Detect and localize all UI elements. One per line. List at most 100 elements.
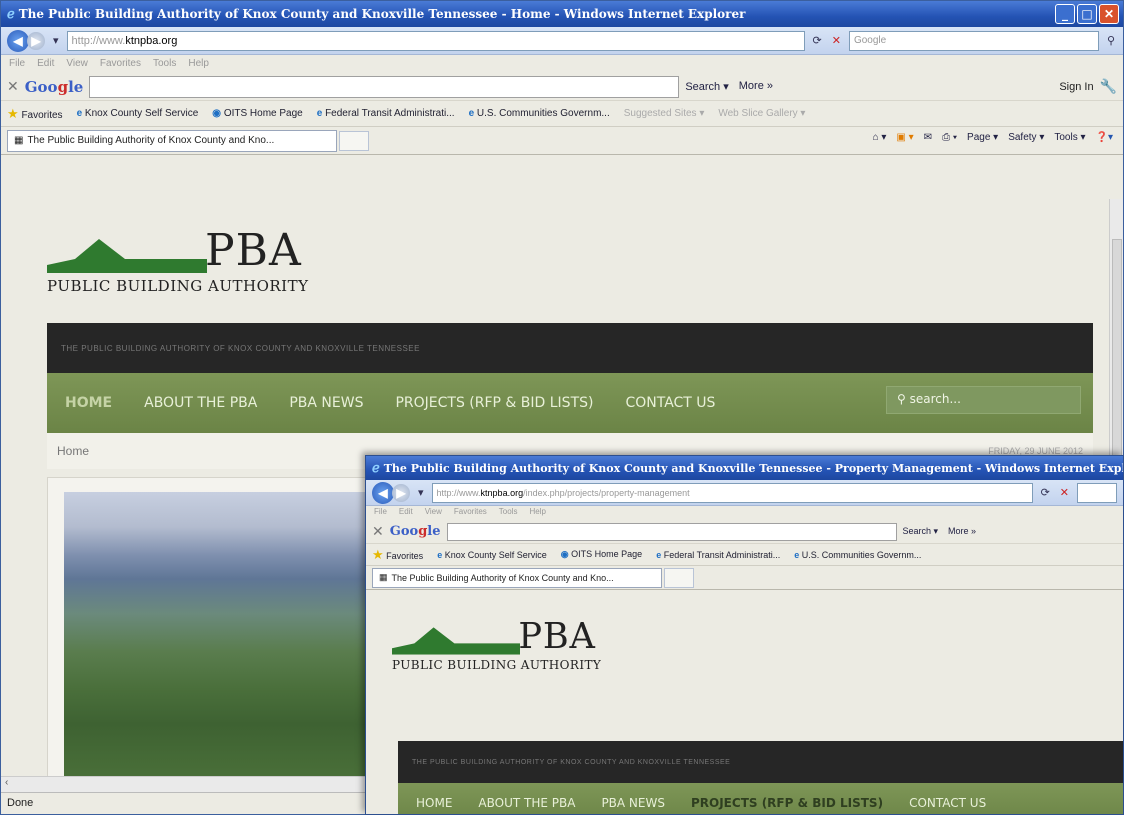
menu-edit[interactable]: Edit <box>399 507 413 517</box>
forward-button[interactable]: ▶ <box>392 483 410 502</box>
home-icon[interactable]: ⌂ ▾ <box>873 132 887 143</box>
nav-home[interactable]: HOME <box>416 796 452 810</box>
logo-mark-icon <box>392 627 520 655</box>
tab-property-management[interactable]: ▦ The Public Building Authority of Knox … <box>372 567 662 588</box>
favorites-bar: ★ Favorites e Knox County Self Service ◉… <box>366 544 1123 566</box>
menu-view[interactable]: View <box>66 58 88 70</box>
google-search-input[interactable] <box>89 75 680 98</box>
new-tab-button[interactable] <box>339 130 369 151</box>
history-dropdown-icon[interactable]: ▾ <box>416 486 426 499</box>
menu-file[interactable]: File <box>374 507 387 517</box>
refresh-icon[interactable]: ⟳ <box>811 34 824 47</box>
google-signin-link[interactable]: Sign In <box>1059 81 1093 93</box>
tagline-bar: THE PUBLIC BUILDING AUTHORITY OF KNOX CO… <box>47 323 1093 373</box>
menu-tools[interactable]: Tools <box>153 58 176 70</box>
fav-item-oits[interactable]: ◉ OITS Home Page <box>212 108 302 119</box>
url-field[interactable]: http://www. ktnpba.org /index.php/projec… <box>431 482 1033 503</box>
tools-menu[interactable]: Tools ▾ <box>1054 132 1085 143</box>
menu-favorites[interactable]: Favorites <box>454 507 487 517</box>
forward-button[interactable]: ▶ <box>27 31 45 50</box>
maximize-button[interactable]: □ <box>1077 4 1097 24</box>
google-search-button[interactable]: Search ▾ <box>903 526 939 537</box>
menu-edit[interactable]: Edit <box>37 58 54 70</box>
fav-item-knox[interactable]: e Knox County Self Service <box>77 108 199 119</box>
close-button[interactable]: ✕ <box>1099 4 1119 24</box>
horizontal-scrollbar[interactable]: ‹ <box>1 776 381 792</box>
menu-view[interactable]: View <box>425 507 442 517</box>
ie-page-icon: e <box>656 549 662 560</box>
favorites-label: Favorites <box>21 109 63 121</box>
nav-news[interactable]: PBA NEWS <box>289 395 363 411</box>
close-toolbar-icon[interactable]: ✕ <box>372 523 384 540</box>
google-logo: Google <box>24 77 84 96</box>
tagline: THE PUBLIC BUILDING AUTHORITY OF KNOX CO… <box>412 758 731 766</box>
menu-help[interactable]: Help <box>188 58 209 70</box>
url-prefix: http://www. <box>71 34 126 47</box>
print-icon[interactable]: ⎙ ▾ <box>942 132 957 143</box>
close-toolbar-icon[interactable]: ✕ <box>7 78 19 95</box>
stop-icon[interactable]: ✕ <box>830 34 843 47</box>
star-icon: ★ <box>372 546 384 562</box>
fav-item-usc[interactable]: e U.S. Communities Governm... <box>469 108 610 119</box>
nav-home[interactable]: HOME <box>65 395 112 411</box>
site-search-input[interactable]: ⚲ search... <box>886 386 1081 414</box>
ie-page-icon: e <box>437 549 443 560</box>
menu-favorites[interactable]: Favorites <box>100 58 141 70</box>
menu-file[interactable]: File <box>9 58 25 70</box>
status-text: Done <box>7 797 34 809</box>
tab-home[interactable]: ▦ The Public Building Authority of Knox … <box>7 129 337 152</box>
tab-bar: ▦ The Public Building Authority of Knox … <box>1 127 1123 155</box>
minimize-button[interactable]: _ <box>1055 4 1075 24</box>
fav-label: OITS Home Page <box>223 108 303 119</box>
browser-window-property-management: ℯ The Public Building Authority of Knox … <box>365 455 1124 815</box>
nav-projects[interactable]: PROJECTS (RFP & BID LISTS) <box>395 395 593 411</box>
menu-tools[interactable]: Tools <box>499 507 518 517</box>
menu-bar: File Edit View Favorites Tools Help <box>366 506 1123 520</box>
nav-contact[interactable]: CONTACT US <box>625 395 715 411</box>
logo-subtitle: PUBLIC BUILDING AUTHORITY <box>47 277 309 295</box>
fav-item-fta[interactable]: e Federal Transit Administrati... <box>656 550 780 560</box>
fav-label: Knox County Self Service <box>84 108 199 119</box>
page-menu[interactable]: Page ▾ <box>967 132 998 143</box>
ie-logo-icon: ℯ <box>7 6 15 22</box>
nav-news[interactable]: PBA NEWS <box>601 796 665 810</box>
fav-item-fta[interactable]: e Federal Transit Administrati... <box>317 108 455 119</box>
fav-item-webslice[interactable]: Web Slice Gallery ▾ <box>718 108 805 119</box>
feeds-icon[interactable]: ▣ ▾ <box>896 132 913 143</box>
breadcrumb[interactable]: Home <box>57 444 89 458</box>
favorites-button[interactable]: ★ Favorites <box>372 547 423 563</box>
new-tab-button[interactable] <box>664 567 694 588</box>
fav-item-usc[interactable]: e U.S. Communities Governm... <box>794 550 921 560</box>
mail-icon[interactable]: ✉ <box>924 132 932 143</box>
nav-projects[interactable]: PROJECTS (RFP & BID LISTS) <box>691 796 883 810</box>
search-icon[interactable]: ⚲ <box>1105 34 1117 47</box>
help-icon[interactable]: ❓▾ <box>1096 132 1113 143</box>
url-field[interactable]: http://www. ktnpba.org <box>66 30 805 51</box>
fav-item-oits[interactable]: ◉ OITS Home Page <box>561 549 642 560</box>
back-button[interactable]: ◀ <box>372 481 394 504</box>
nav-contact[interactable]: CONTACT US <box>909 796 986 810</box>
menu-help[interactable]: Help <box>529 507 545 517</box>
title-bar: ℯ The Public Building Authority of Knox … <box>366 456 1123 480</box>
nav-about[interactable]: ABOUT THE PBA <box>478 796 575 810</box>
history-dropdown-icon[interactable]: ▾ <box>51 34 61 47</box>
pba-logo[interactable]: PBA PUBLIC BUILDING AUTHORITY <box>392 616 632 677</box>
nav-about[interactable]: ABOUT THE PBA <box>144 395 257 411</box>
window-title: The Public Building Authority of Knox Co… <box>383 461 1123 475</box>
back-button[interactable]: ◀ <box>7 29 29 52</box>
refresh-icon[interactable]: ⟳ <box>1039 486 1052 499</box>
fav-item-knox[interactable]: e Knox County Self Service <box>437 550 547 560</box>
wrench-icon[interactable]: 🔧 <box>1100 78 1117 95</box>
browser-search-field[interactable]: Google <box>848 30 1099 51</box>
google-more-button[interactable]: More » <box>948 526 976 537</box>
search-icon: ⚲ <box>897 392 906 406</box>
google-more-button[interactable]: More » <box>739 80 773 93</box>
safety-menu[interactable]: Safety ▾ <box>1008 132 1044 143</box>
google-search-button[interactable]: Search ▾ <box>685 80 728 93</box>
browser-search-field[interactable] <box>1077 482 1117 503</box>
google-search-input[interactable] <box>446 522 897 541</box>
pba-logo[interactable]: PBA PUBLIC BUILDING AUTHORITY <box>47 225 347 301</box>
fav-item-suggested[interactable]: Suggested Sites ▾ <box>624 108 705 119</box>
stop-icon[interactable]: ✕ <box>1058 486 1071 499</box>
favorites-button[interactable]: ★ Favorites <box>7 106 63 122</box>
